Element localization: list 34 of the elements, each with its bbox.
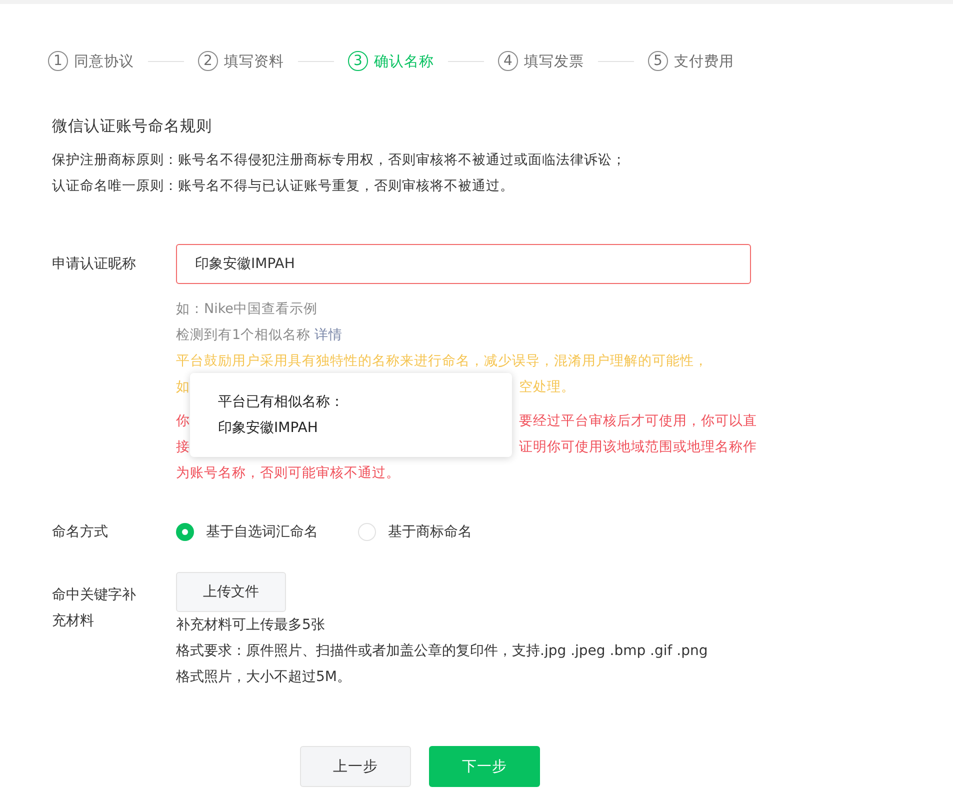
rule-text: 认证命名唯一原则：账号名不得与已认证账号重复，否则审核将不被通过。 bbox=[52, 177, 515, 196]
notice-text: 要经过平台审核后才可使用，你可以直 bbox=[519, 413, 757, 429]
upload-note: 补充材料可上传最多5张 bbox=[176, 616, 326, 635]
upload-note: 格式照片，大小不超过5M。 bbox=[176, 668, 352, 687]
popover-text: 平台已有相似名称： bbox=[218, 393, 345, 412]
popover-text: 印象安徽IMPAH bbox=[218, 419, 319, 438]
radio-option[interactable]: 基于自选词汇命名 bbox=[176, 523, 318, 541]
back-button[interactable]: 上一步 bbox=[300, 746, 411, 787]
notice-text: 平台鼓励用户采用具有独特性的名称来进行命名，减少误导，混淆用户理解的可能性， bbox=[176, 353, 708, 369]
notice-text: 接 bbox=[176, 439, 190, 455]
upload-note: 格式要求：原件照片、扫描件或者加盖公章的复印件，支持.jpg .jpeg .bmp .gif .png bbox=[176, 642, 709, 661]
step: 2 填写资料 bbox=[198, 51, 284, 71]
notice-text: 你 bbox=[176, 413, 190, 429]
step: 3 确认名称 bbox=[348, 51, 434, 71]
step: 1 同意协议 bbox=[48, 51, 134, 71]
rule-text: 保护注册商标原则：账号名不得侵犯注册商标专用权，否则审核将不被通过或面临法律诉讼； bbox=[52, 151, 627, 170]
step: 4 填写发票 bbox=[498, 51, 584, 71]
notice-text: 证明你可使用该地域范围或地理名称作 bbox=[519, 439, 757, 455]
notice-text: 如 bbox=[176, 379, 190, 395]
field-label: 申请认证昵称 bbox=[52, 255, 137, 274]
radio-icon[interactable] bbox=[176, 523, 194, 541]
radio-icon[interactable] bbox=[358, 523, 376, 541]
field-label: 命中关键字补充材料 bbox=[52, 586, 137, 631]
nickname-field[interactable]: 印象安徽IMPAH bbox=[176, 244, 751, 284]
field-label: 命名方式 bbox=[52, 523, 109, 542]
step: 5 支付费用 bbox=[648, 51, 734, 71]
notice-text: 空处理。 bbox=[519, 379, 575, 395]
notice-text: 为账号名称，否则可能审核不通过。 bbox=[176, 465, 400, 481]
upload-button[interactable]: 上传文件 bbox=[176, 572, 286, 612]
radio-option[interactable]: 基于商标命名 bbox=[358, 523, 472, 541]
similar-hint: 检测到有1个相似名称 bbox=[176, 327, 311, 343]
rules-title: 微信认证账号命名规则 bbox=[52, 116, 213, 137]
details-link[interactable]: 详情 bbox=[314, 327, 343, 343]
example-hint: 如：Nike中国查看示例 bbox=[176, 300, 318, 319]
